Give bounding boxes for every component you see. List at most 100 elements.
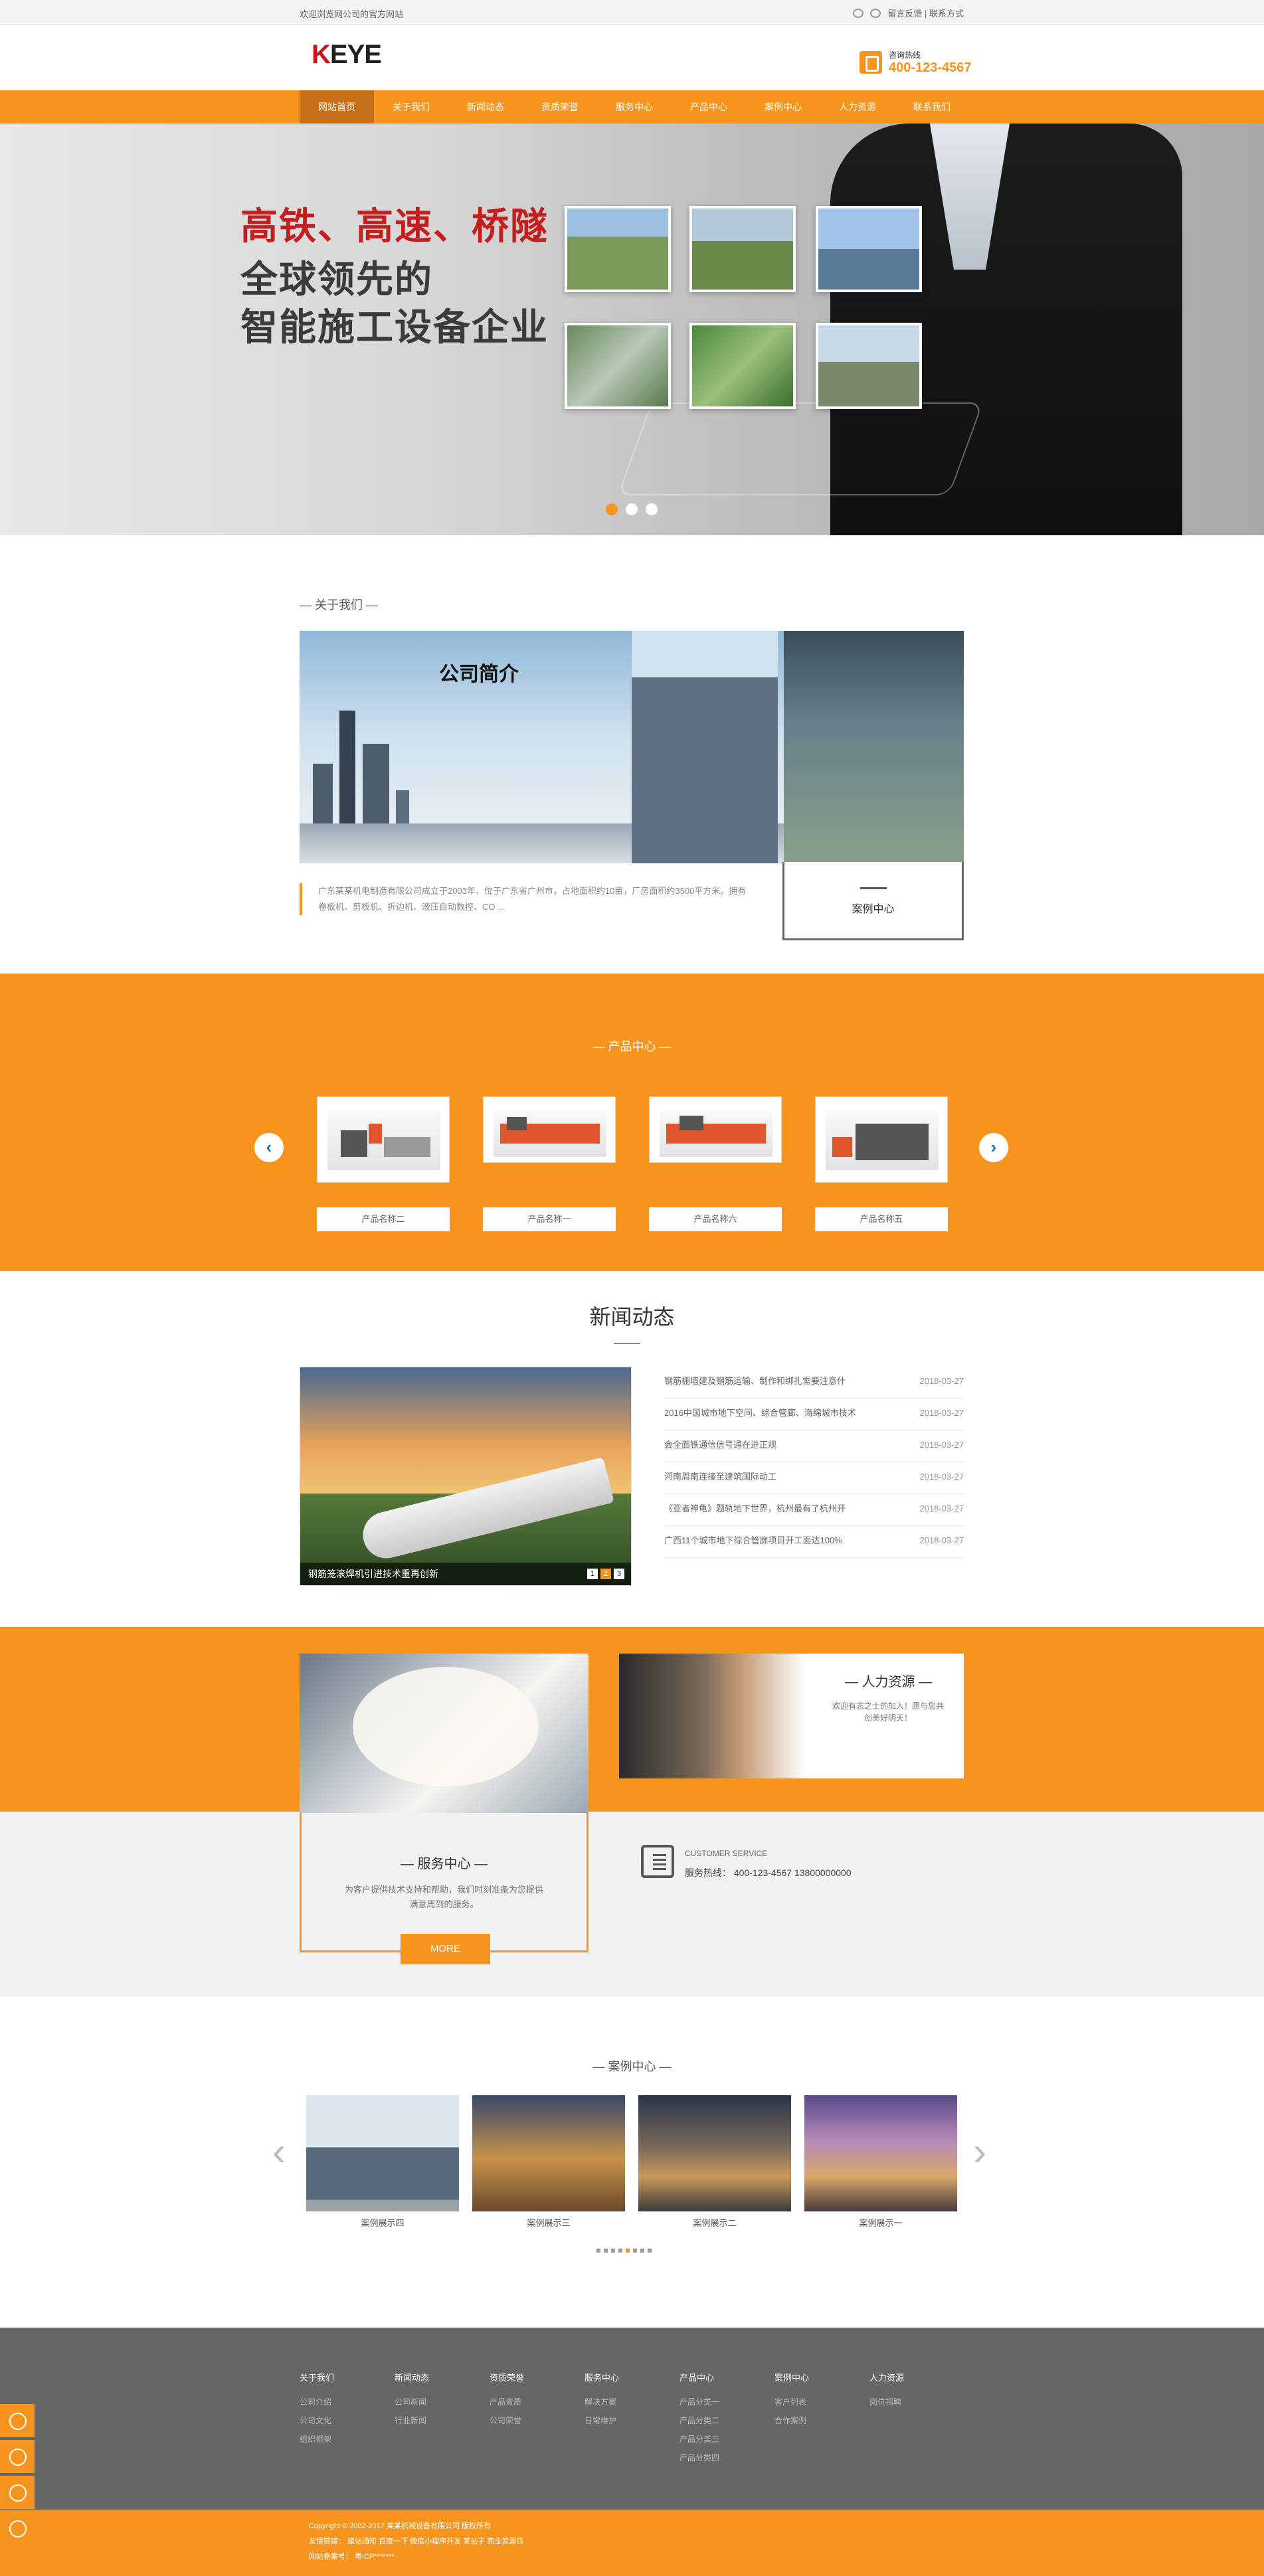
weibo-icon[interactable]	[853, 8, 864, 18]
footer-link[interactable]: 产品分类一	[679, 2393, 766, 2411]
cases-dot[interactable]	[618, 2249, 622, 2253]
footer-col-heading[interactable]: 人力资源	[869, 2371, 956, 2383]
news-item-title[interactable]: 河南周南连接至建筑国际动工	[664, 1472, 776, 1482]
nav-honors[interactable]: 资质荣誉	[523, 90, 597, 124]
banner-thumb	[689, 206, 796, 292]
cases-dot[interactable]	[626, 2249, 630, 2253]
case-label[interactable]: 案例展示三	[472, 2216, 625, 2229]
footer-link[interactable]: 产品分类三	[679, 2430, 766, 2448]
product-label[interactable]: 产品名称五	[815, 1207, 948, 1231]
footer-col-heading[interactable]: 关于我们	[300, 2371, 386, 2383]
footer-col-heading[interactable]: 产品中心	[679, 2371, 766, 2383]
product-label[interactable]: 产品名称一	[483, 1207, 616, 1231]
footer-link[interactable]: 合作案例	[774, 2411, 861, 2430]
footer-link[interactable]: 公司文化	[300, 2411, 386, 2430]
footer-col-heading[interactable]: 服务中心	[585, 2371, 671, 2383]
nav-home[interactable]: 网站首页	[300, 90, 374, 124]
product-card[interactable]	[483, 1096, 616, 1163]
footer-link[interactable]: 组织框架	[300, 2430, 386, 2448]
product-card[interactable]	[649, 1096, 782, 1163]
banner-line-1: 高铁、高速、桥隧	[240, 205, 549, 247]
service-float-icon[interactable]	[0, 2476, 35, 2509]
cases-dot[interactable]	[611, 2249, 615, 2253]
news-item-title[interactable]: 《亚者神龟》题轨地下世界，杭州最有了杭州开	[664, 1503, 846, 1513]
footer-link[interactable]: 日常维护	[585, 2411, 671, 2430]
product-card[interactable]	[815, 1096, 948, 1183]
footer-link[interactable]: 行业新闻	[395, 2411, 481, 2430]
nav-about[interactable]: 关于我们	[374, 90, 448, 124]
wechat-icon[interactable]	[870, 8, 881, 18]
virtual-keyboard-graphic	[617, 402, 984, 495]
about-image[interactable]: 公司简介	[300, 631, 784, 863]
news-item[interactable]: 会全面铁通信信号通在进正规 2018-03-27	[664, 1430, 964, 1462]
nav-hr[interactable]: 人力资源	[820, 90, 895, 124]
case-center-label: 案例中心	[852, 904, 895, 915]
cases-dot[interactable]	[596, 2249, 600, 2253]
news-item[interactable]: 河南周南连接至建筑国际动工 2018-03-27	[664, 1462, 964, 1494]
news-page[interactable]: 3	[614, 1569, 624, 1579]
back-to-top-icon[interactable]	[0, 2512, 35, 2545]
case-image[interactable]	[472, 2095, 625, 2211]
news-item[interactable]: 2016中国城市地下空间、综合管廊、海绵城市技术 2018-03-27	[664, 1399, 964, 1430]
footer-col-heading[interactable]: 资质荣誉	[490, 2371, 576, 2383]
next-arrow-icon[interactable]: ›	[979, 1133, 1008, 1162]
news-page[interactable]: 1	[587, 1569, 598, 1579]
footer-link[interactable]: 产品分类二	[679, 2411, 766, 2430]
nav-service[interactable]: 服务中心	[597, 90, 672, 124]
news-item[interactable]: 钢筋棚墙建及钢筋运输、制作和绑扎需要注意什 2018-03-27	[664, 1367, 964, 1399]
footer-link[interactable]: 客户列表	[774, 2393, 861, 2411]
news-page[interactable]: 2	[600, 1569, 611, 1579]
product-label[interactable]: 产品名称六	[649, 1207, 782, 1231]
message-float-icon[interactable]	[0, 2440, 35, 2473]
cases-dot[interactable]	[604, 2249, 608, 2253]
banner-dot[interactable]	[646, 503, 658, 515]
news-item-title[interactable]: 2016中国城市地下空间、综合管廊、海绵城市技术	[664, 1408, 856, 1418]
prev-arrow-icon[interactable]: ‹	[254, 1133, 284, 1162]
footer-link[interactable]: 公司荣誉	[490, 2411, 576, 2430]
footer-link[interactable]: 公司介绍	[300, 2393, 386, 2411]
case-label[interactable]: 案例展示二	[638, 2216, 791, 2229]
news-item-title[interactable]: 会全面铁通信信号通在进正规	[664, 1440, 776, 1450]
nav-cases[interactable]: 案例中心	[746, 90, 820, 124]
news-item-title[interactable]: 广西11个城市地下综合管廊项目开工面达100%	[664, 1535, 842, 1545]
case-label[interactable]: 案例展示一	[804, 2216, 957, 2229]
footer-link[interactable]: 产品资质	[490, 2393, 576, 2411]
news-item[interactable]: 《亚者神龟》题轨地下世界，杭州最有了杭州开 2018-03-27	[664, 1494, 964, 1526]
about-image-title: 公司简介	[439, 663, 519, 685]
product-label[interactable]: 产品名称二	[317, 1207, 450, 1231]
footer-link[interactable]: 解决方案	[585, 2393, 671, 2411]
footer-col-heading[interactable]: 案例中心	[774, 2371, 861, 2383]
banner-dot[interactable]	[606, 503, 618, 515]
case-center-button[interactable]: 案例中心	[782, 862, 964, 940]
case-label[interactable]: 案例展示四	[306, 2216, 459, 2229]
wechat-float-icon[interactable]	[0, 2404, 35, 2437]
case-image[interactable]	[804, 2095, 957, 2211]
friend-links[interactable]: 友情链接： 建站通知 百度一下 微信小程序开发 某站子 商业资源目	[309, 2534, 523, 2549]
site-logo[interactable]: KEYE	[312, 40, 382, 70]
nav-products[interactable]: 产品中心	[672, 90, 746, 124]
news-item[interactable]: 广西11个城市地下综合管廊项目开工面达100% 2018-03-27	[664, 1526, 964, 1558]
cases-dot[interactable]	[640, 2249, 644, 2253]
footer-col-heading[interactable]: 新闻动态	[395, 2371, 481, 2383]
footer-link[interactable]: 公司新闻	[395, 2393, 481, 2411]
top-links-text[interactable]: 留言反馈 | 联系方式	[887, 7, 964, 19]
cases-dot[interactable]	[633, 2249, 637, 2253]
nav-news[interactable]: 新闻动态	[448, 90, 523, 124]
service-more-button[interactable]: MORE	[401, 1934, 490, 1964]
hr-card[interactable]: — 人力资源 — 欢迎有志之士的加入！愿与您共创美好明天！	[619, 1654, 964, 1778]
cases-next-icon[interactable]: ›	[973, 2128, 986, 2174]
cases-prev-icon[interactable]: ‹	[272, 2128, 286, 2174]
nav-contact[interactable]: 联系我们	[895, 90, 969, 124]
hero-banner[interactable]: 高铁、高速、桥隧 全球领先的 智能施工设备企业	[0, 124, 1264, 535]
footer-link[interactable]: 岗位招聘	[869, 2393, 956, 2411]
case-image[interactable]	[638, 2095, 791, 2211]
footer-link[interactable]: 产品分类四	[679, 2448, 766, 2467]
cases-dot[interactable]	[648, 2249, 652, 2253]
news-caption[interactable]: 钢筋笼滚焊机引进技术重再创新	[300, 1563, 631, 1585]
news-item-title[interactable]: 钢筋棚墙建及钢筋运输、制作和绑扎需要注意什	[664, 1376, 846, 1386]
product-card[interactable]	[317, 1096, 450, 1183]
banner-dot[interactable]	[626, 503, 638, 515]
cs-hotline: 服务热线： 400-123-4567 13800000000	[685, 1867, 852, 1878]
case-image[interactable]	[306, 2095, 459, 2211]
news-slideshow[interactable]: 钢筋笼滚焊机引进技术重再创新 1 2 3	[300, 1367, 632, 1586]
